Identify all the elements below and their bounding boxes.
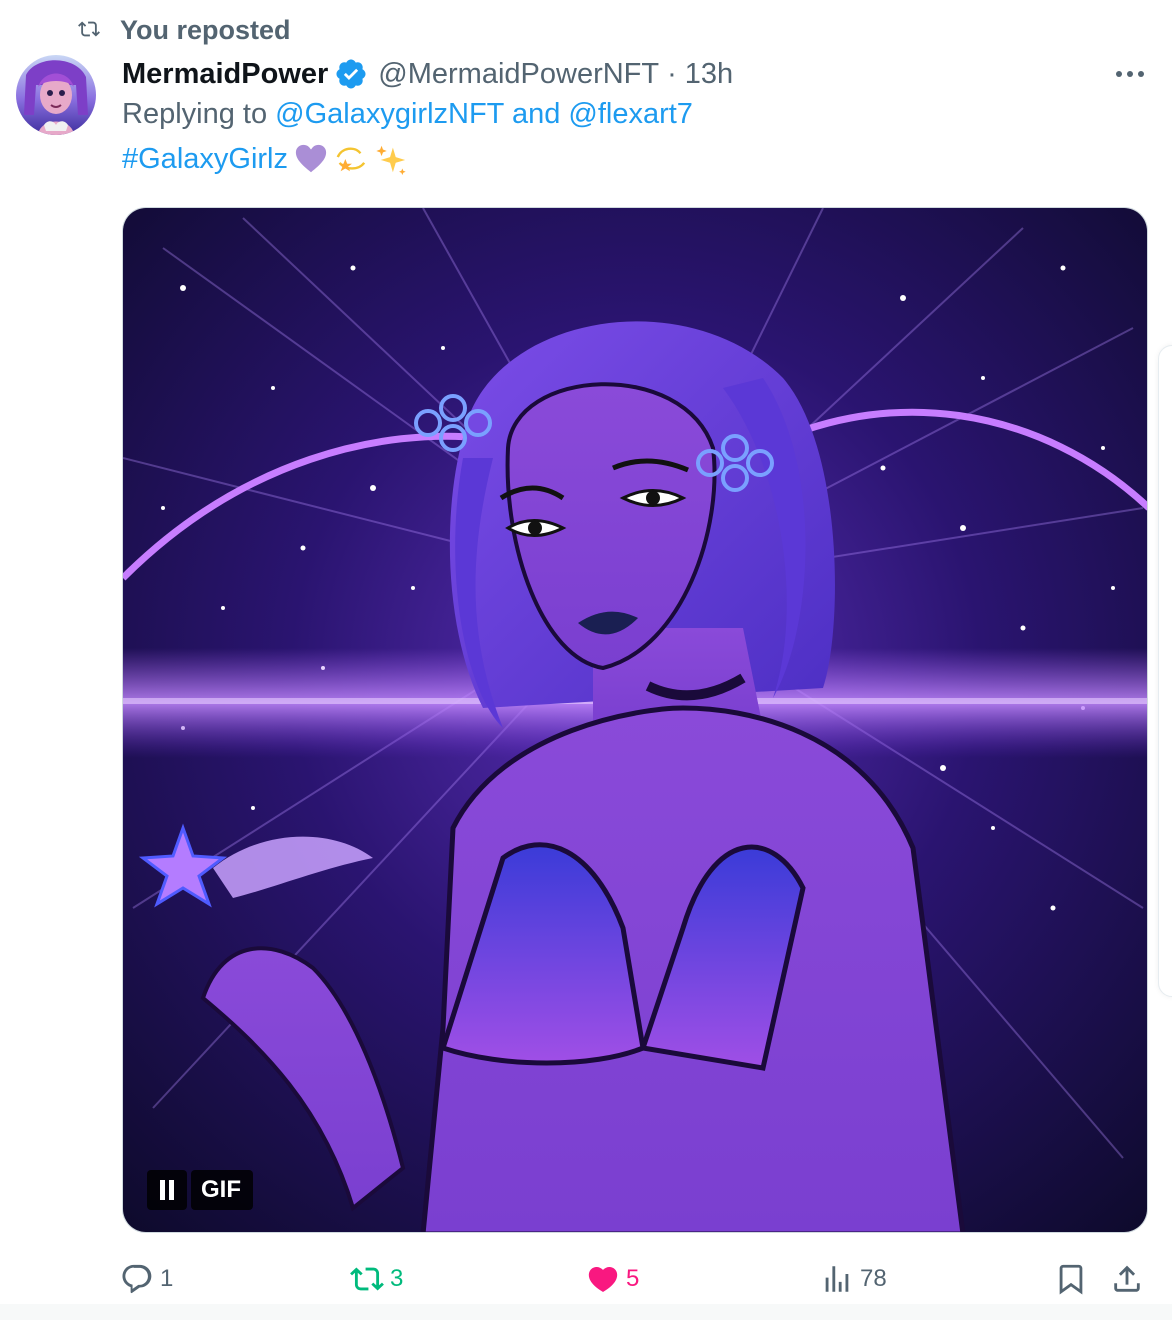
repost-count: 3 <box>390 1265 404 1292</box>
repost-banner-text: You reposted <box>120 15 291 45</box>
replying-to-label: Replying to <box>122 98 268 130</box>
hashtag-galaxygirlz[interactable]: #GalaxyGirlz <box>122 143 288 176</box>
repost-button[interactable]: 3 <box>350 1254 403 1304</box>
replying-to-conjunction: and <box>511 98 561 130</box>
repost-icon <box>350 1267 384 1291</box>
header-separator: · <box>667 57 677 90</box>
tweet-text: #GalaxyGirlz <box>122 142 408 176</box>
pause-button[interactable] <box>147 1170 187 1210</box>
author-handle[interactable]: @MermaidPowerNFT <box>378 58 659 91</box>
bookmark-button[interactable] <box>1054 1254 1088 1304</box>
gif-label: GIF <box>191 1170 253 1210</box>
tweet-actions-bar: 1 3 5 78 <box>0 1254 1172 1304</box>
author-name[interactable]: MermaidPower <box>122 58 328 91</box>
replying-to-line: Replying to @GalaxygirlzNFT and @flexart… <box>122 98 693 131</box>
sparkles-emoji <box>376 145 406 176</box>
like-button[interactable]: 5 <box>586 1254 639 1304</box>
repost-icon <box>78 21 100 37</box>
reply-button[interactable]: 1 <box>120 1254 173 1304</box>
verified-badge-icon[interactable] <box>334 57 368 91</box>
share-button[interactable] <box>1110 1254 1144 1304</box>
mention-flexart[interactable]: @flexart7 <box>568 98 693 130</box>
scrollbar-panel[interactable] <box>1158 345 1172 997</box>
dizzy-star-emoji <box>336 147 366 172</box>
gif-controls: GIF <box>147 1170 253 1210</box>
analytics-icon <box>825 1266 849 1292</box>
heart-filled-icon <box>588 1266 618 1292</box>
more-options-button[interactable] <box>1108 56 1152 92</box>
bookmark-icon <box>1059 1264 1083 1295</box>
bottom-divider <box>0 1304 1172 1320</box>
purple-heart-emoji <box>295 144 327 173</box>
like-count: 5 <box>626 1265 640 1292</box>
mention-galaxygirlz[interactable]: @GalaxygirlzNFT <box>275 98 504 130</box>
reply-count: 1 <box>160 1265 174 1292</box>
post-timestamp[interactable]: 13h <box>685 58 733 91</box>
tweet-media-gif[interactable]: GIF <box>122 207 1148 1233</box>
views-button[interactable]: 78 <box>820 1254 887 1304</box>
reply-icon <box>122 1264 152 1294</box>
view-count: 78 <box>860 1265 887 1292</box>
avatar[interactable] <box>16 55 96 135</box>
repost-banner: You reposted <box>78 12 291 46</box>
tweet-header: MermaidPower @MermaidPowerNFT · 13h <box>122 54 733 94</box>
galaxy-girl-artwork <box>123 208 1147 1232</box>
more-dots-icon <box>1116 71 1144 77</box>
pause-icon <box>160 1180 165 1200</box>
share-icon <box>1114 1265 1140 1292</box>
